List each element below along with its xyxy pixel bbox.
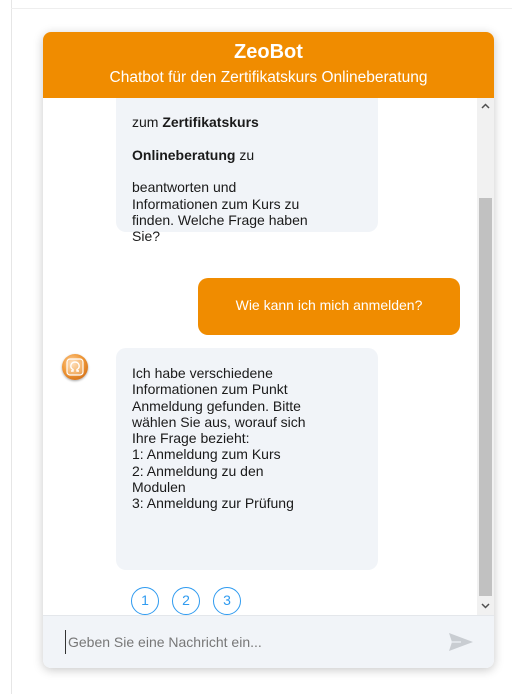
page-divider-top	[11, 8, 512, 9]
chat-subtitle: Chatbot für den Zertifikatskurs Onlinebe…	[109, 69, 428, 86]
scrollbar[interactable]	[477, 98, 494, 615]
bot-message-text: beantworten und Informationen zum Kurs z…	[132, 179, 308, 245]
chevron-down-icon[interactable]	[477, 598, 494, 615]
option-button-2[interactable]: 2	[172, 587, 200, 615]
page-divider	[11, 0, 12, 694]
bot-message: Ich habe verschiedene Informationen zum …	[116, 348, 378, 570]
page-background: ZeoBot Chatbot für den Zertifikatskurs O…	[0, 0, 512, 694]
bot-message-text: zum	[132, 114, 163, 131]
option-button-3[interactable]: 3	[213, 587, 241, 615]
chevron-up-icon[interactable]	[477, 98, 494, 115]
bot-message-text: zu	[235, 146, 255, 163]
message-input-bar	[43, 615, 494, 668]
message-input[interactable]	[65, 630, 438, 654]
bot-message: zum Zertifikatskurs Onlineberatung zu be…	[116, 98, 378, 244]
chat-header: ZeoBot Chatbot für den Zertifikatskurs O…	[43, 32, 494, 98]
omega-logo-icon	[62, 354, 88, 380]
bot-message-bold: Onlineberatung	[132, 146, 236, 163]
user-message-text: Wie kann ich mich anmelden?	[235, 297, 423, 313]
scrollbar-thumb[interactable]	[479, 198, 492, 596]
chat-title: ZeoBot	[234, 41, 303, 63]
user-message: Wie kann ich mich anmelden?	[198, 278, 460, 335]
chatbot-widget: ZeoBot Chatbot für den Zertifikatskurs O…	[43, 32, 494, 668]
bot-message-text: Ich habe verschiedene Informationen zum …	[132, 365, 306, 512]
message-list: zum Zertifikatskurs Onlineberatung zu be…	[43, 98, 494, 615]
bot-message-bold: Zertifikatskurs	[162, 114, 259, 131]
option-button-1[interactable]: 1	[131, 587, 159, 615]
send-arrow-icon[interactable]	[447, 630, 475, 654]
